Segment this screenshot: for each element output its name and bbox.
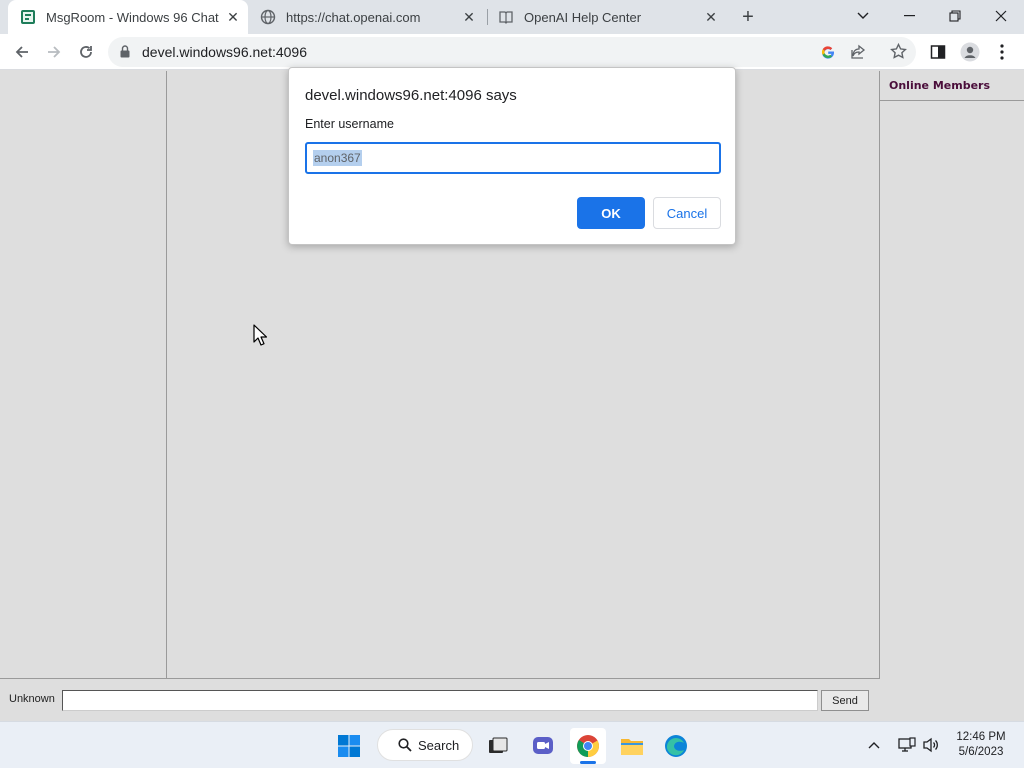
tab-msgroom[interactable]: MsgRoom - Windows 96 Chat ✕ bbox=[8, 0, 248, 34]
book-icon bbox=[498, 9, 514, 25]
search-label: Search bbox=[418, 737, 460, 753]
volume-icon[interactable] bbox=[921, 734, 941, 756]
close-tab-icon[interactable]: ✕ bbox=[224, 8, 242, 26]
tab-openai-help[interactable]: OpenAI Help Center ✕ bbox=[490, 0, 726, 34]
search-icon bbox=[398, 738, 412, 752]
edge-icon[interactable] bbox=[658, 728, 694, 764]
active-app-indicator bbox=[580, 761, 596, 764]
url-text: devel.windows96.net:4096 bbox=[142, 44, 308, 60]
clock-date: 5/6/2023 bbox=[958, 746, 1004, 758]
globe-icon bbox=[260, 9, 276, 25]
message-input[interactable] bbox=[62, 690, 818, 711]
tab-title: MsgRoom - Windows 96 Chat bbox=[46, 9, 219, 25]
close-tab-icon[interactable]: ✕ bbox=[460, 8, 478, 26]
tab-title: OpenAI Help Center bbox=[524, 9, 642, 25]
lock-icon[interactable] bbox=[120, 45, 130, 63]
restore-icon[interactable] bbox=[932, 0, 978, 32]
tab-search-chevron-icon[interactable] bbox=[840, 0, 886, 32]
forward-icon[interactable] bbox=[40, 38, 68, 66]
menu-kebab-icon[interactable] bbox=[988, 38, 1016, 66]
teams-chat-icon[interactable] bbox=[525, 728, 561, 764]
reload-icon[interactable] bbox=[72, 38, 100, 66]
tab-chat-openai[interactable]: https://chat.openai.com ✕ bbox=[252, 0, 488, 34]
address-bar[interactable]: devel.windows96.net:4096 bbox=[108, 37, 916, 67]
start-windows-icon[interactable] bbox=[331, 728, 367, 764]
google-translate-icon[interactable] bbox=[820, 44, 836, 65]
dialog-title: devel.windows96.net:4096 says bbox=[305, 87, 517, 104]
left-panel bbox=[0, 71, 167, 679]
task-view-icon[interactable] bbox=[480, 728, 516, 764]
message-bar: Unknown Send bbox=[0, 678, 880, 721]
username-label[interactable]: Unknown bbox=[9, 693, 55, 705]
side-panel-icon[interactable] bbox=[924, 38, 952, 66]
tab-title: https://chat.openai.com bbox=[286, 9, 421, 25]
close-tab-icon[interactable]: ✕ bbox=[702, 8, 720, 26]
file-explorer-icon[interactable] bbox=[614, 728, 650, 764]
chrome-icon[interactable] bbox=[570, 728, 606, 764]
mouse-cursor-icon bbox=[253, 324, 268, 351]
system-clock[interactable]: 12:46 PM 5/6/2023 bbox=[948, 730, 1014, 760]
members-title: Online Members bbox=[880, 71, 1024, 101]
back-icon[interactable] bbox=[8, 38, 36, 66]
cancel-button[interactable]: Cancel bbox=[653, 197, 721, 229]
browser-toolbar: devel.windows96.net:4096 bbox=[0, 34, 1024, 70]
profile-avatar-icon[interactable] bbox=[956, 38, 984, 66]
network-icon[interactable] bbox=[897, 734, 917, 756]
new-tab-icon[interactable]: + bbox=[736, 5, 760, 29]
send-button[interactable]: Send bbox=[821, 690, 869, 711]
tab-separator bbox=[487, 9, 488, 25]
dialog-prompt: Enter username bbox=[305, 117, 394, 131]
clock-time: 12:46 PM bbox=[956, 731, 1006, 743]
chevron-up-icon[interactable] bbox=[866, 734, 882, 756]
username-input[interactable]: anon367 bbox=[305, 142, 721, 174]
bookmark-star-icon[interactable] bbox=[890, 42, 907, 65]
members-panel: Online Members bbox=[880, 71, 1024, 721]
close-window-icon[interactable] bbox=[978, 0, 1024, 32]
username-input-value: anon367 bbox=[313, 150, 362, 166]
ok-button[interactable]: OK bbox=[577, 197, 645, 229]
prompt-dialog: devel.windows96.net:4096 says Enter user… bbox=[288, 67, 736, 245]
taskbar: Search 12:46 PM 5/6/2023 bbox=[0, 721, 1024, 768]
share-icon[interactable] bbox=[850, 44, 866, 65]
taskbar-search[interactable]: Search bbox=[377, 729, 473, 761]
tab-strip: MsgRoom - Windows 96 Chat ✕ https://chat… bbox=[0, 0, 1024, 34]
msgroom-icon bbox=[20, 9, 36, 25]
minimize-icon[interactable] bbox=[886, 0, 932, 32]
